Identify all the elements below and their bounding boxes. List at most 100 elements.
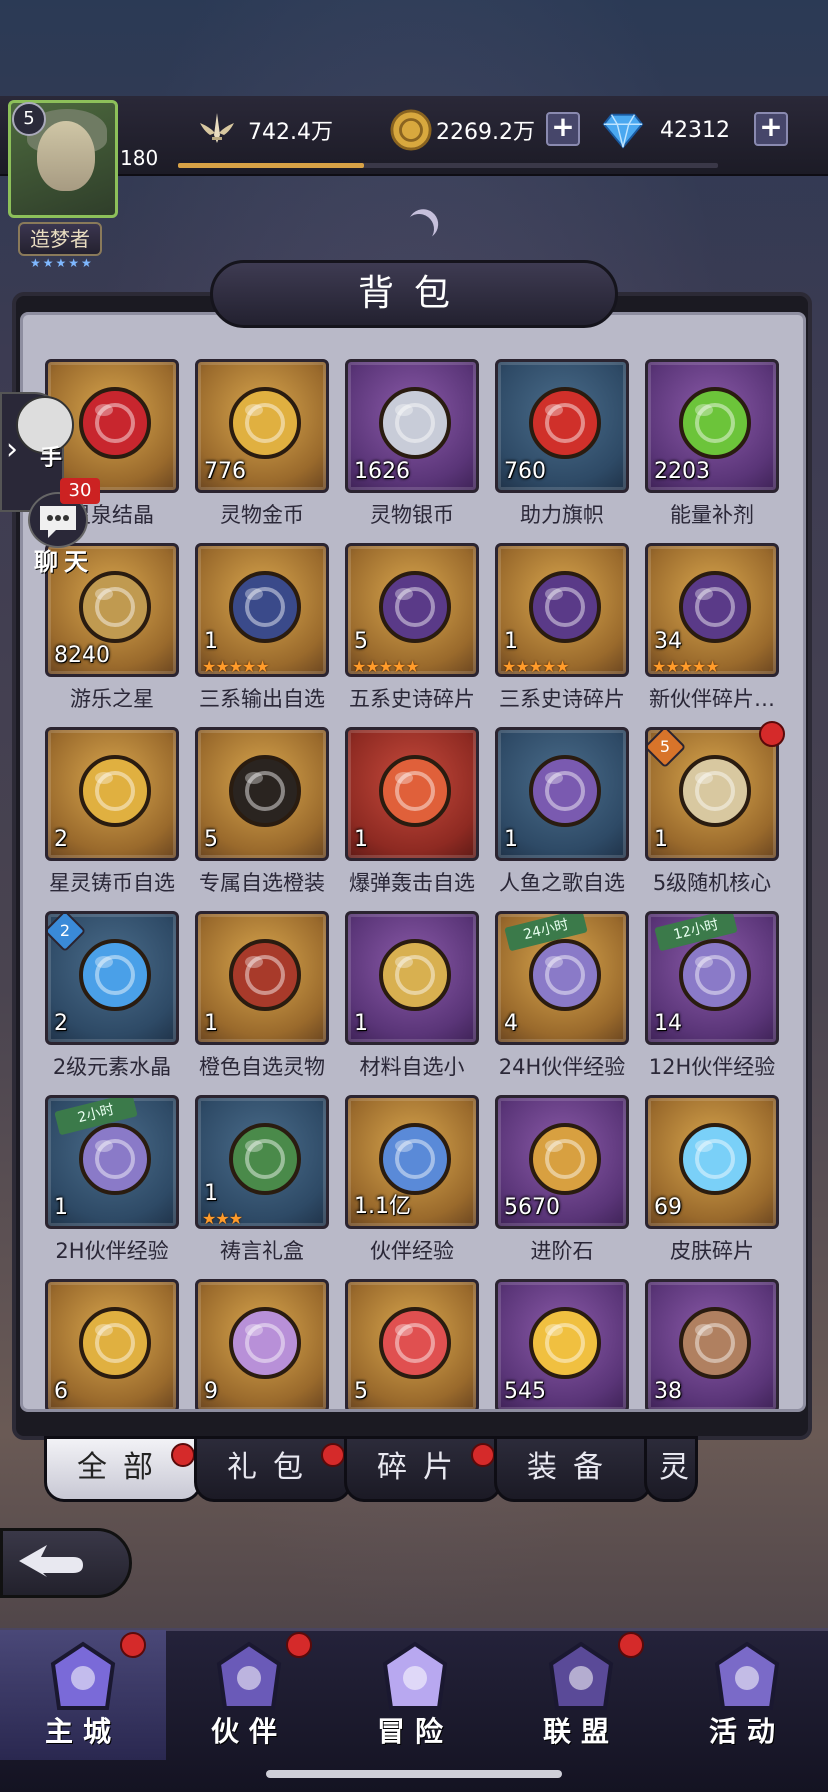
tab-filter[interactable]: 礼包 xyxy=(194,1436,352,1502)
item-tile[interactable]: 12小时 14 xyxy=(645,911,779,1045)
green-potion-icon xyxy=(672,380,758,466)
item-cell[interactable]: 5 1 5级随机核心 xyxy=(645,721,785,897)
power-value: 742.4万 xyxy=(248,120,333,145)
item-tile[interactable]: 9 xyxy=(195,1279,329,1409)
item-cell[interactable]: 2 2 2级元素水晶 xyxy=(45,911,179,1081)
item-tile[interactable]: 1 xyxy=(195,911,329,1045)
item-quantity: 5 xyxy=(354,629,368,654)
item-tile[interactable]: 2203 xyxy=(645,359,779,493)
item-cell[interactable]: 5670 进阶石 xyxy=(495,1095,629,1265)
add-gems-button[interactable]: + xyxy=(754,112,788,146)
item-cell[interactable]: 1 爆弹轰击自选 xyxy=(345,727,479,897)
item-cell[interactable]: 5 专属自选橙装 xyxy=(195,727,329,897)
item-tile[interactable]: 5 ★★★★★ xyxy=(345,543,479,677)
item-quantity: 1626 xyxy=(354,459,410,484)
chat-label: 聊天 xyxy=(34,548,94,576)
item-cell[interactable]: 69 皮肤碎片 xyxy=(645,1095,779,1265)
item-tile[interactable]: 760 xyxy=(495,359,629,493)
item-cell[interactable]: 545 xyxy=(495,1279,629,1409)
back-button[interactable] xyxy=(0,1528,132,1598)
item-cell[interactable]: 9 xyxy=(195,1279,329,1409)
nav-item[interactable]: 主城 xyxy=(0,1630,166,1760)
item-tile[interactable]: 1.1亿 xyxy=(345,1095,479,1229)
home-indicator xyxy=(266,1770,562,1778)
item-cell[interactable]: 1.1亿伙伴经验 xyxy=(345,1095,479,1265)
item-cell[interactable]: 1626 灵物银币 xyxy=(345,359,479,529)
item-tile[interactable]: 24小时 4 xyxy=(495,911,629,1045)
item-cell[interactable]: 2 星灵铸币自选 xyxy=(45,727,179,897)
item-tile[interactable]: 5 xyxy=(195,727,329,861)
item-cell[interactable]: 6 xyxy=(45,1279,179,1409)
item-cell[interactable]: 1 ★★★★★ 三系史诗碎片 xyxy=(495,543,629,713)
red-crystal-icon xyxy=(72,380,158,466)
item-tile[interactable]: 38 xyxy=(645,1279,779,1409)
item-tile[interactable]: 1 ★★★ xyxy=(195,1095,329,1229)
item-cell[interactable]: 1 ★★★ 祷言礼盒 xyxy=(195,1095,329,1265)
nav-item[interactable]: 冒险 xyxy=(332,1630,498,1760)
item-tile[interactable]: 545 xyxy=(495,1279,629,1409)
bag-panel: 灵泉结晶 776 灵物金币 1626 灵物银币 760 助力旗帜 2203 能量补剂 8240 游乐… xyxy=(20,312,806,1412)
chevron-right-icon[interactable]: › xyxy=(6,432,18,467)
item-name: 五系史诗碎片 xyxy=(349,687,475,711)
nav-item[interactable]: 伙伴 xyxy=(166,1630,332,1760)
progress-fill xyxy=(178,163,364,168)
item-cell[interactable]: 5 ★★★★★ 五系史诗碎片 xyxy=(345,543,479,713)
item-tile[interactable]: 34 ★★★★★ xyxy=(645,543,779,677)
item-quantity: 1 xyxy=(204,1181,218,1206)
item-quantity: 1.1亿 xyxy=(354,1194,411,1219)
treasure-chest-icon xyxy=(672,564,758,650)
item-cell[interactable]: 1 材料自选小 xyxy=(345,911,479,1081)
nav-label: 活动 xyxy=(708,1715,785,1748)
item-tile[interactable]: 51 xyxy=(645,727,779,861)
item-cell[interactable]: 5 xyxy=(345,1279,479,1409)
item-tile[interactable]: 2小时 1 xyxy=(45,1095,179,1229)
item-cell[interactable]: 1 人鱼之歌自选 xyxy=(495,727,629,897)
item-tile[interactable]: 1626 xyxy=(345,359,479,493)
magnifier-silhouette-icon xyxy=(222,748,308,834)
item-quantity: 2 xyxy=(54,1011,68,1036)
item-tile[interactable]: 6 xyxy=(45,1279,179,1409)
item-quantity: 4 xyxy=(504,1011,518,1036)
item-star-rating: ★★★★★ xyxy=(202,657,270,676)
item-name: 伙伴经验 xyxy=(370,1239,454,1263)
shield-crest-icon xyxy=(541,1638,621,1718)
item-tile[interactable]: 776 xyxy=(195,359,329,493)
item-tile[interactable]: 1 ★★★★★ xyxy=(495,543,629,677)
item-tile[interactable]: 5670 xyxy=(495,1095,629,1229)
item-tile[interactable]: 22 xyxy=(45,911,179,1045)
item-cell[interactable]: 1 橙色自选灵物 xyxy=(195,911,329,1081)
tab-filter[interactable]: 全部 xyxy=(44,1436,202,1502)
item-tile[interactable]: 69 xyxy=(645,1095,779,1229)
tab-filter[interactable]: 碎片 xyxy=(344,1436,502,1502)
item-cell[interactable]: 760 助力旗帜 xyxy=(495,359,629,529)
panel-title: 背包 xyxy=(357,273,470,314)
item-quantity: 2 xyxy=(54,827,68,852)
item-cell[interactable]: 38 xyxy=(645,1279,779,1409)
item-tile[interactable]: 1 ★★★★★ xyxy=(195,543,329,677)
item-cell[interactable]: 2203 能量补剂 xyxy=(645,359,779,529)
back-arrow-icon xyxy=(19,1545,83,1577)
item-cell[interactable]: 1 ★★★★★ 三系输出自选 xyxy=(195,543,329,713)
heart-gem-icon xyxy=(372,1300,458,1386)
nav-label: 主城 xyxy=(44,1715,121,1748)
item-cell[interactable]: 34 ★★★★★ 新伙伴碎片… xyxy=(645,543,779,713)
item-cell[interactable]: 24小时 4 24H伙伴经验 xyxy=(495,911,629,1081)
item-tile[interactable]: 5 xyxy=(345,1279,479,1409)
tab-filter[interactable]: 装备 xyxy=(494,1436,652,1502)
add-gold-button[interactable]: + xyxy=(546,112,580,146)
chat-unread-badge: 30 xyxy=(60,478,100,504)
item-cell[interactable]: 2小时 1 2H伙伴经验 xyxy=(45,1095,179,1265)
item-name: 祷言礼盒 xyxy=(220,1239,304,1263)
item-tile[interactable]: 1 xyxy=(345,727,479,861)
item-tile[interactable]: 1 xyxy=(495,727,629,861)
item-tile[interactable]: 2 xyxy=(45,727,179,861)
item-quantity: 38 xyxy=(654,1379,682,1404)
item-cell[interactable]: 12小时 14 12H伙伴经验 xyxy=(645,911,779,1081)
item-tile[interactable]: 1 xyxy=(345,911,479,1045)
item-cell[interactable]: 776 灵物金币 xyxy=(195,359,329,529)
nav-item[interactable]: 联盟 xyxy=(498,1630,664,1760)
nav-item[interactable]: 活动 xyxy=(664,1630,828,1760)
power-display: 742.4万 xyxy=(196,110,333,150)
item-quantity: 1 xyxy=(54,1195,68,1220)
tab-filter[interactable]: 灵 xyxy=(644,1436,698,1502)
